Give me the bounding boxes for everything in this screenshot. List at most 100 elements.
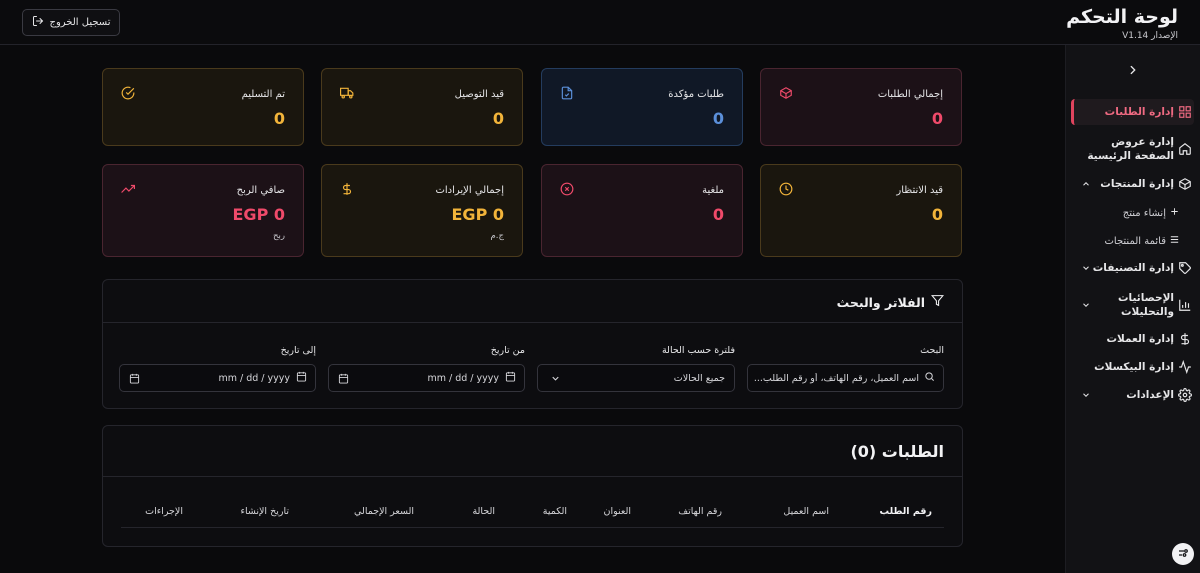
sidebar-subitem-create-product[interactable]: إنشاء منتج (1123, 206, 1180, 220)
calendar-icon (505, 371, 516, 385)
column-header-quantity[interactable]: الكمية (543, 506, 567, 517)
sidebar-subitem-label: قائمة المنتجات (1104, 235, 1167, 247)
app-title: لوحة التحكم (1066, 6, 1178, 28)
logout-label: تسجيل الخروج (49, 17, 111, 28)
stat-value: 0 (712, 205, 724, 224)
sidebar-item-orders[interactable]: إدارة الطلبات (1071, 99, 1194, 125)
sidebar-item-currencies[interactable]: إدارة العملات (1071, 332, 1194, 346)
grid-icon (1178, 105, 1192, 119)
help-fab-button[interactable] (1172, 543, 1194, 565)
sidebar-item-settings[interactable]: الإعدادات (1071, 388, 1194, 402)
search-label: البحث (920, 345, 944, 356)
sidebar-item-label: الإحصائيات والتحليلات (1118, 292, 1174, 318)
stat-card-total-orders: إجمالي الطلبات 0 (760, 68, 962, 146)
to-date-input[interactable]: mm / dd / yyyy (119, 364, 316, 392)
from-date-label: من تاريخ (490, 345, 525, 356)
gear-icon (1178, 388, 1192, 402)
stat-value: 0 (712, 109, 724, 128)
stat-card-pending: قيد الانتظار 0 (760, 164, 962, 257)
table-header-divider (121, 527, 944, 528)
status-filter-select[interactable]: جميع الحالات (537, 364, 735, 392)
sidebar-item-products[interactable]: إدارة المنتجات (1071, 177, 1194, 191)
stat-value: EGP 0 (232, 205, 286, 224)
dollar-icon (1178, 332, 1192, 346)
column-header-created-date[interactable]: تاريخ الإنشاء (241, 506, 289, 517)
stat-label: طلبات مؤكدة (668, 89, 724, 100)
filters-header: الفلاتر والبحث (103, 280, 962, 323)
chevron-right-icon[interactable] (1126, 63, 1140, 77)
from-date-value: mm / dd / yyyy (427, 372, 499, 384)
dollar-icon (340, 182, 354, 196)
stat-card-confirmed-orders: طلبات مؤكدة 0 (541, 68, 743, 146)
divider (103, 476, 962, 477)
sidebar-item-pixels[interactable]: إدارة البيكسلات (1071, 359, 1194, 375)
list-icon (1169, 234, 1180, 248)
stat-label: ملغية (702, 185, 724, 196)
app-version: الإصدار V1.14 (1122, 31, 1178, 41)
chevron-up-icon (1081, 179, 1091, 189)
sidebar-item-label: إدارة التصنيفات (1092, 262, 1174, 274)
stat-label: إجمالي الإيرادات (435, 185, 504, 196)
column-header-customer-name[interactable]: اسم العميل (783, 506, 829, 517)
column-header-total-price[interactable]: السعر الإجمالي (354, 506, 414, 517)
sidebar-subitem-product-list[interactable]: قائمة المنتجات (1105, 234, 1181, 248)
column-header-status[interactable]: الحالة (472, 506, 495, 517)
stat-card-net-profit: صافي الربح EGP 0 ربح (102, 164, 304, 257)
calendar-icon (129, 373, 140, 387)
sidebar-subitem-label: إنشاء منتج (1122, 207, 1166, 219)
search-icon (924, 371, 935, 385)
column-header-order-number[interactable]: رقم الطلب (880, 506, 932, 517)
orders-panel: الطلبات (0) رقم الطلب اسم العميل رقم اله… (102, 425, 963, 547)
stat-value: 0 (492, 109, 504, 128)
package-icon (779, 86, 793, 100)
clock-icon (779, 182, 793, 196)
stat-value: EGP 0 (451, 205, 505, 224)
check-circle-icon (121, 86, 135, 100)
stat-card-delivered: تم التسليم 0 (102, 68, 304, 146)
filters-panel: الفلاتر والبحث البحث اسم العميل، رقم اله… (102, 279, 963, 409)
plus-icon (1169, 206, 1180, 220)
stat-value: 0 (273, 109, 285, 128)
stat-value: 0 (931, 205, 943, 224)
search-placeholder: اسم العميل، رقم الهاتف، أو رقم الطلب... (753, 372, 919, 384)
bar-chart-icon (1178, 298, 1192, 312)
brand: لوحة التحكم الإصدار V1.14 (1066, 6, 1178, 41)
x-circle-icon (560, 182, 574, 196)
chevron-down-icon (1081, 300, 1091, 310)
column-header-actions[interactable]: الإجراءات (145, 506, 183, 517)
stat-card-total-revenue: إجمالي الإيرادات EGP 0 ج.م (321, 164, 523, 257)
stat-card-cancelled: ملغية 0 (541, 164, 743, 257)
stat-label: قيد الانتظار (896, 185, 943, 196)
from-date-input[interactable]: mm / dd / yyyy (328, 364, 525, 392)
sidebar-item-categories[interactable]: إدارة التصنيفات (1071, 261, 1194, 275)
stat-value: 0 (931, 109, 943, 128)
tag-icon (1178, 261, 1192, 275)
sidebar-item-home-offers[interactable]: إدارة عروض الصفحة الرئيسية (1071, 135, 1194, 163)
chevron-down-icon (1081, 263, 1091, 273)
activity-icon (1178, 359, 1192, 375)
status-filter-label: فلترة حسب الحالة (661, 345, 735, 356)
file-check-icon (560, 86, 574, 100)
sidebar-item-label: إدارة المنتجات (1100, 178, 1174, 190)
sidebar-item-label: الإعدادات (1126, 389, 1174, 401)
sidebar-item-label: إدارة البيكسلات (1094, 361, 1174, 373)
chevron-down-icon (1081, 390, 1091, 400)
stat-label: تم التسليم (241, 89, 285, 100)
calendar-icon (338, 373, 349, 387)
logout-icon (32, 15, 44, 30)
stat-card-in-delivery: قيد التوصيل 0 (321, 68, 523, 146)
sidebar-item-analytics[interactable]: الإحصائيات والتحليلات (1071, 291, 1194, 319)
status-filter-value: جميع الحالات (673, 372, 725, 384)
stat-sublabel: ربح (273, 231, 285, 241)
orders-title: الطلبات (0) (850, 442, 944, 461)
settings-icon (1177, 547, 1189, 562)
column-header-address[interactable]: العنوان (603, 506, 631, 517)
sidebar: إدارة الطلبات إدارة عروض الصفحة الرئيسية… (1065, 45, 1200, 573)
home-icon (1178, 142, 1192, 156)
filters-title-text: الفلاتر والبحث (836, 294, 925, 310)
logout-button[interactable]: تسجيل الخروج (22, 9, 120, 36)
sidebar-item-label: إدارة عروض الصفحة الرئيسية (1087, 136, 1174, 162)
sidebar-item-label: إدارة العملات (1106, 333, 1174, 345)
search-input[interactable]: اسم العميل، رقم الهاتف، أو رقم الطلب... (747, 364, 944, 392)
column-header-phone[interactable]: رقم الهاتف (678, 506, 722, 517)
